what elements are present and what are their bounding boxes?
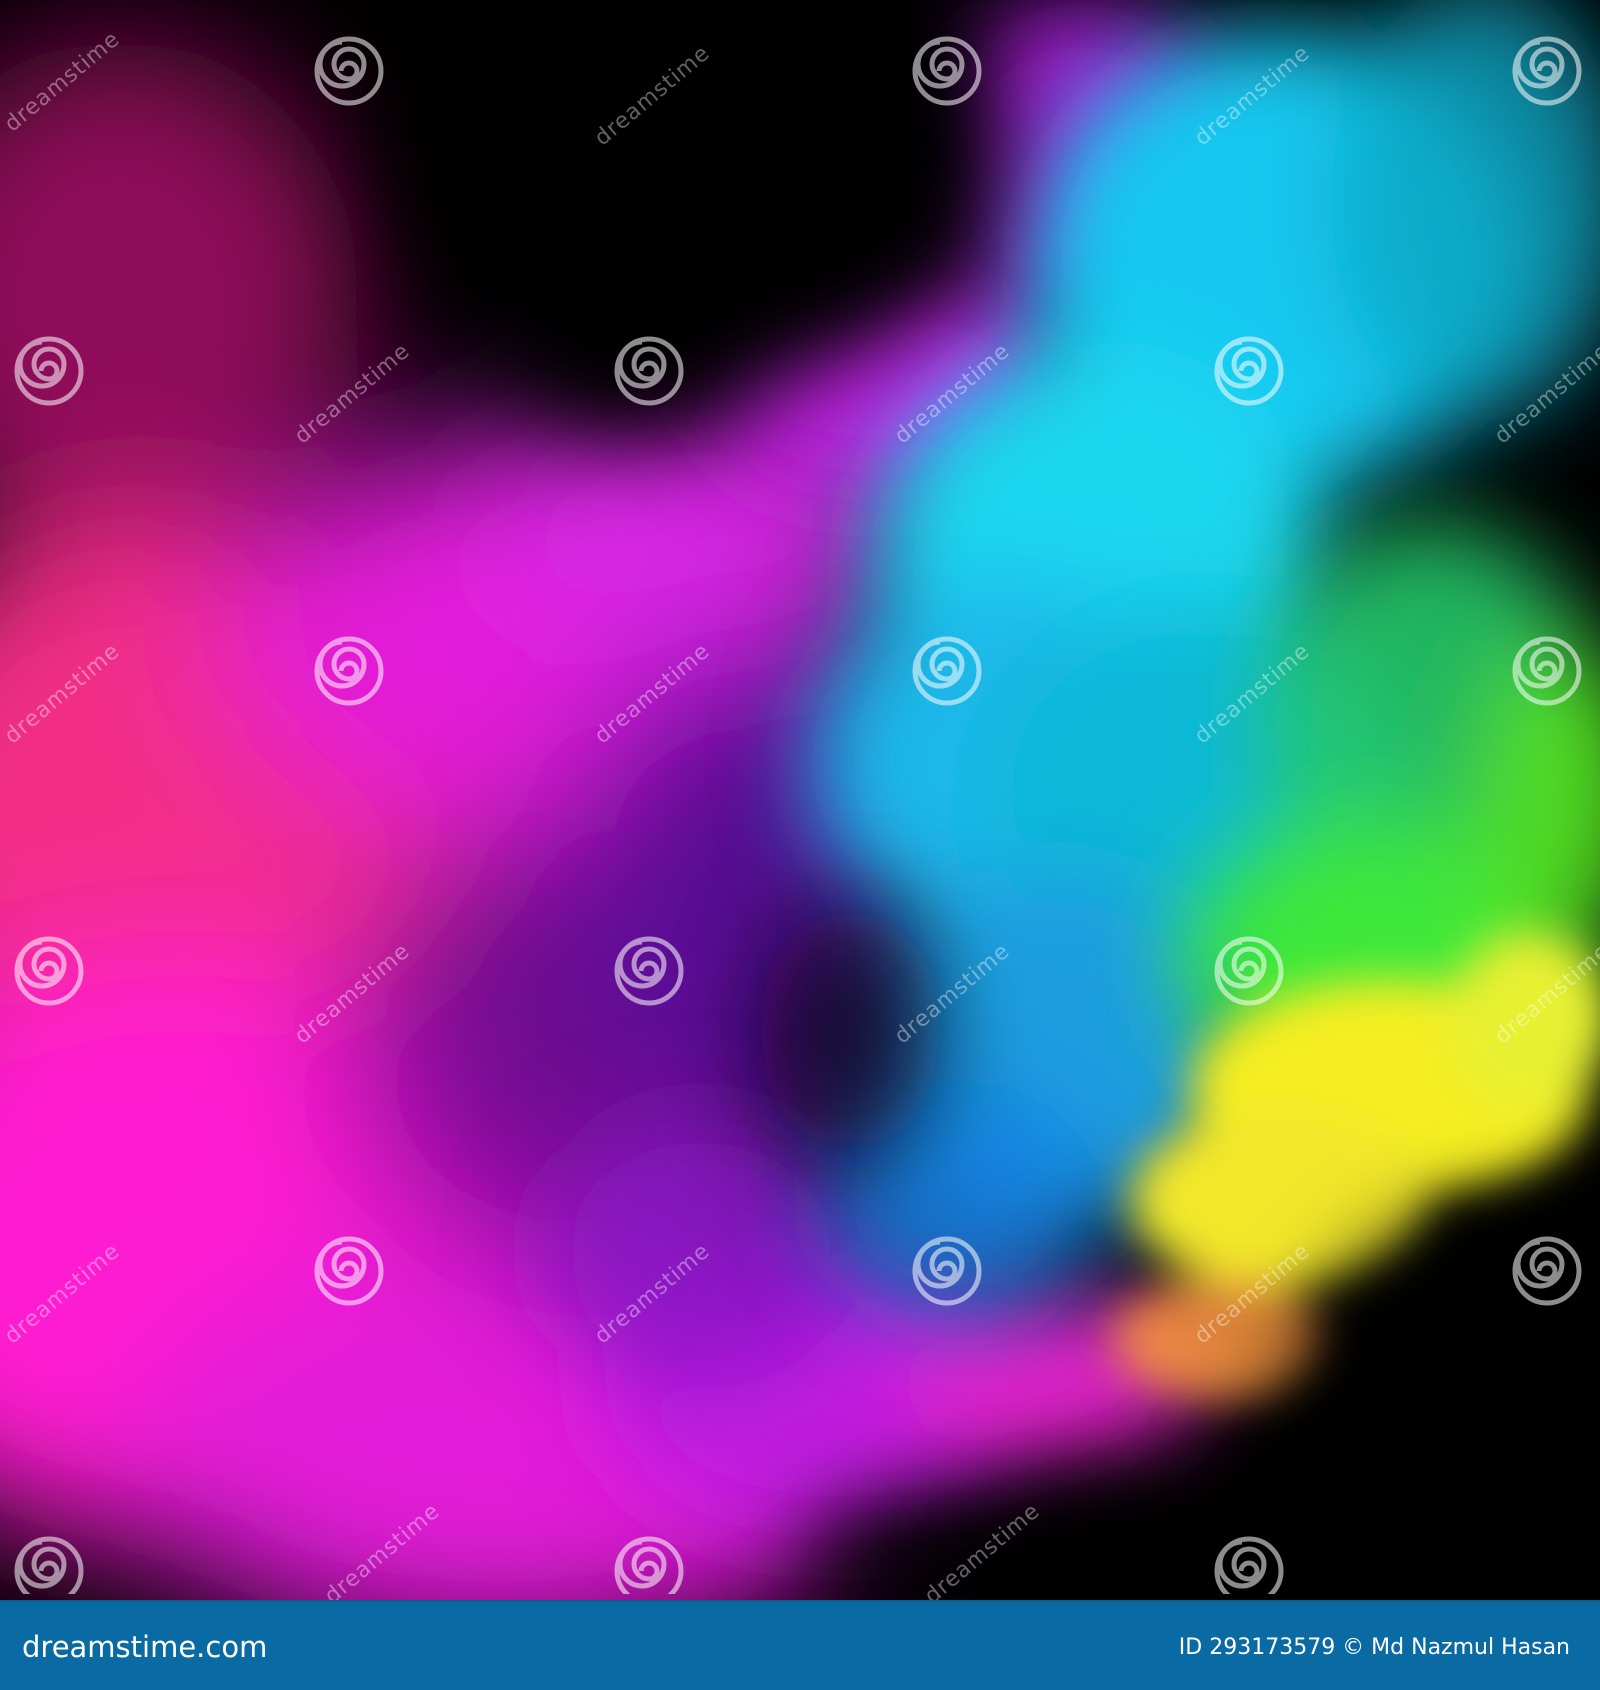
credit-footer: dreamstime.com ID 293173579 © Md Nazmul … (0, 1600, 1600, 1690)
footer-credit: ID 293173579 © Md Nazmul Hasan (1178, 1635, 1570, 1660)
smoke-clouds (0, 0, 1600, 1600)
stock-photo-page: dreamstime dreamstime dreamstime dreamst… (0, 0, 1600, 1690)
footer-logo[interactable]: dreamstime.com (22, 1630, 267, 1664)
neon-smoke-photo: dreamstime dreamstime dreamstime dreamst… (0, 0, 1600, 1600)
